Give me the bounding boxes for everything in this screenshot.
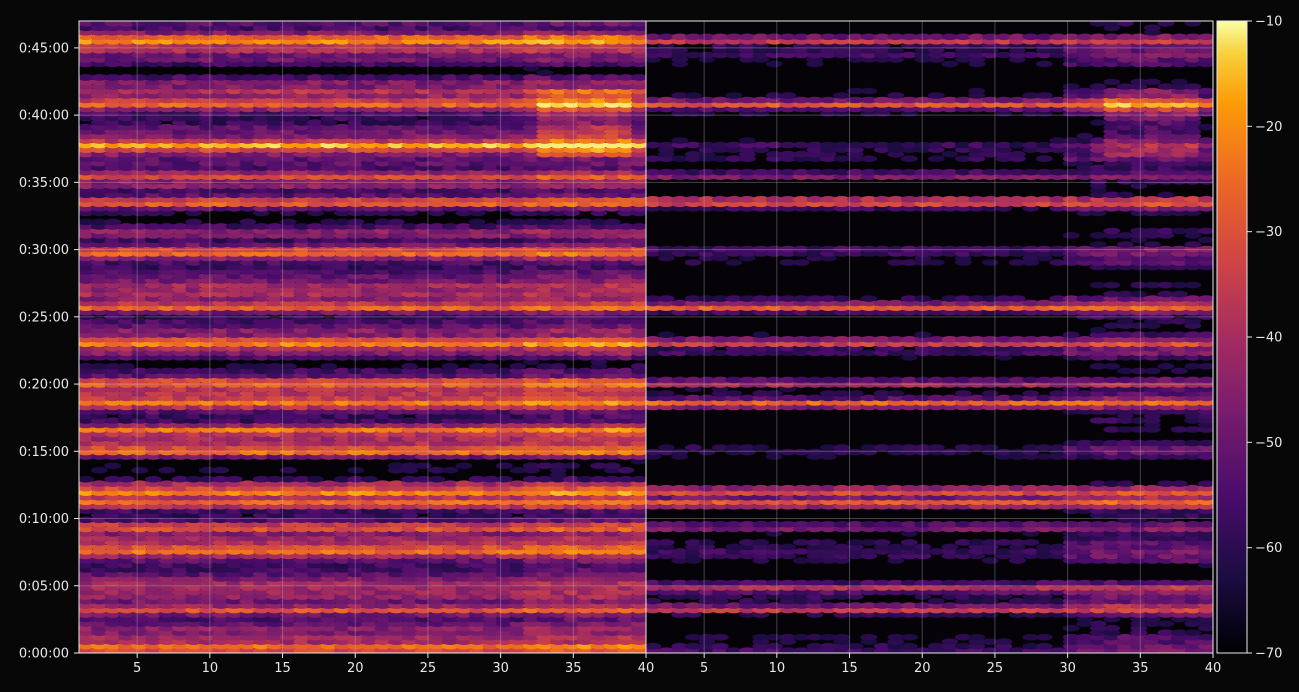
heatmap-cell (414, 462, 432, 470)
heatmap-cell (144, 475, 162, 483)
heatmap-cell (387, 218, 405, 226)
heatmap-cell (455, 462, 473, 470)
heatmap-cell (306, 475, 324, 483)
heatmap-cell (549, 363, 567, 370)
heatmap-cell (225, 475, 243, 483)
heatmap-cell (212, 466, 230, 474)
heatmap-cell (104, 218, 122, 226)
heatmap-cell (320, 363, 338, 370)
heatmap-cell (360, 475, 378, 483)
heatmap-cell (509, 363, 527, 370)
heatmap-cell (441, 466, 459, 474)
heatmap-cell (401, 363, 419, 370)
heatmap-cell (603, 462, 621, 470)
heatmap-cell (131, 466, 149, 474)
heatmap-cell (630, 223, 646, 230)
heatmap-cell (239, 218, 257, 226)
heatmap-cell (495, 475, 513, 483)
heatmap-cell (630, 363, 646, 370)
heatmap-cell (495, 462, 513, 470)
heatmap-cell (482, 363, 500, 370)
heatmap-cell (441, 363, 459, 370)
heatmap-cell (158, 466, 176, 474)
heatmap-cell (603, 218, 621, 226)
heatmap-cell (563, 462, 581, 470)
heatmap-cell (347, 466, 365, 474)
heatmap-cell (90, 466, 108, 474)
heatmap-cell (617, 466, 635, 474)
heatmap-cell (347, 218, 365, 226)
heatmap-cell (468, 218, 486, 226)
heatmap-cell (630, 475, 646, 483)
heatmap-cell (428, 475, 446, 483)
heatmap-cell (117, 475, 135, 483)
heatmap-cell (185, 218, 203, 226)
heatmap-cell (117, 363, 135, 370)
spectrogram-chart: 0:00:000:05:000:10:000:15:000:20:000:25:… (19, 15, 1283, 677)
heatmap-cell (104, 462, 122, 470)
heatmap-cell (79, 475, 95, 483)
